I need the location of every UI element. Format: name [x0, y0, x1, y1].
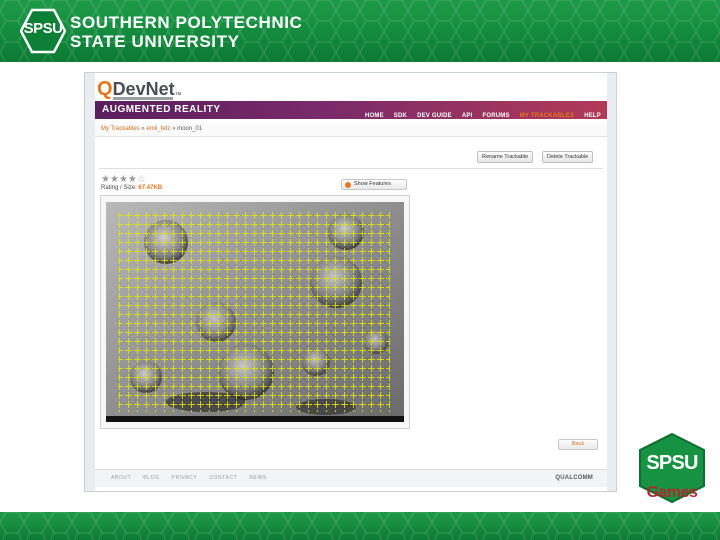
star-empty-icon: ☆ [136, 174, 146, 185]
logo-tagline-bar [113, 97, 173, 100]
footer-hexagon-pattern [0, 512, 720, 540]
star-icon: ★ [127, 174, 137, 185]
university-name-line1: SOUTHERN POLYTECHNIC [70, 13, 303, 32]
page-footer: ABOUT BLOG PRIVACY CONTACT NEWS QUALCOMM [95, 469, 607, 487]
footer-link-about[interactable]: ABOUT [111, 475, 131, 481]
star-icon: ★ [109, 174, 119, 185]
features-dot-icon [345, 182, 351, 188]
feature-points-overlay [118, 212, 390, 412]
breadcrumb-middle[interactable]: emil_fetz [146, 126, 170, 132]
star-icon: ★ [118, 174, 128, 185]
nav-help[interactable]: HELP [584, 113, 601, 119]
browser-screenshot: Q DevNet ™ AUGMENTED REALITY HOME SDK DE… [84, 72, 617, 492]
rename-trackable-button[interactable]: Rename Trackable [477, 151, 534, 163]
qualcomm-logo: QUALCOMM [555, 475, 593, 481]
breadcrumb-separator: » [172, 126, 176, 132]
breadcrumb-root[interactable]: My Trackables [101, 126, 140, 132]
breadcrumb: My Trackables » emil_fetz » moon_01 [101, 126, 202, 132]
qdevnet-logo[interactable]: Q DevNet ™ [97, 77, 182, 99]
games-badge-spsu: SPSU [646, 452, 698, 474]
footer-band [0, 512, 720, 540]
spsu-badge-text: SPSU [23, 20, 63, 37]
university-name-line2: STATE UNIVERSITY [70, 32, 240, 51]
breadcrumb-current: moon_01 [177, 126, 203, 132]
nav-sdk[interactable]: SDK [394, 113, 407, 119]
trackable-image-frame [100, 195, 410, 429]
rating-size: Rating / Size: 67.47KB [101, 185, 162, 191]
delete-trackable-button[interactable]: Delete Trackable [542, 151, 594, 163]
action-buttons: Rename Trackable Delete Trackable [95, 151, 607, 165]
star-rating: ★★★★☆ [101, 174, 146, 185]
nav-my-trackables[interactable]: MY TRACKABLES [520, 113, 575, 119]
nav-home[interactable]: HOME [365, 113, 384, 119]
nav-dev-guide[interactable]: DEV GUIDE [417, 113, 452, 119]
rating-size-label: Rating / Size: [101, 185, 137, 191]
moon-surface-image [106, 202, 404, 422]
footer-link-contact[interactable]: CONTACT [209, 475, 237, 481]
footer-link-news[interactable]: NEWS [249, 475, 266, 481]
footer-link-blog[interactable]: BLOG [143, 475, 159, 481]
show-features-button[interactable]: Show Features [341, 179, 407, 190]
nav-api[interactable]: API [462, 113, 473, 119]
main-nav: HOME SDK DEV GUIDE API FORUMS MY TRACKAB… [95, 109, 607, 123]
breadcrumb-row: My Trackables » emil_fetz » moon_01 [95, 123, 607, 137]
games-badge-games: Games [646, 484, 698, 501]
divider [99, 168, 603, 169]
qdevnet-page: Q DevNet ™ AUGMENTED REALITY HOME SDK DE… [95, 73, 607, 491]
rating-size-value: 67.47KB [138, 185, 163, 191]
logo-trademark: ™ [174, 92, 182, 99]
logo-devnet: DevNet [112, 79, 175, 99]
nav-forums[interactable]: FORUMS [482, 113, 509, 119]
breadcrumb-separator: » [141, 126, 145, 132]
slide: SPSU SOUTHERN POLYTECHNIC STATE UNIVERSI… [0, 0, 720, 540]
logo-q: Q [97, 78, 113, 100]
footer-link-privacy[interactable]: PRIVACY [172, 475, 198, 481]
show-features-label: Show Features [354, 181, 391, 187]
back-button[interactable]: Back [558, 439, 598, 450]
header-banner: SPSU SOUTHERN POLYTECHNIC STATE UNIVERSI… [0, 0, 720, 62]
footer-links: ABOUT BLOG PRIVACY CONTACT NEWS [111, 475, 279, 481]
star-icon: ★ [101, 174, 110, 185]
